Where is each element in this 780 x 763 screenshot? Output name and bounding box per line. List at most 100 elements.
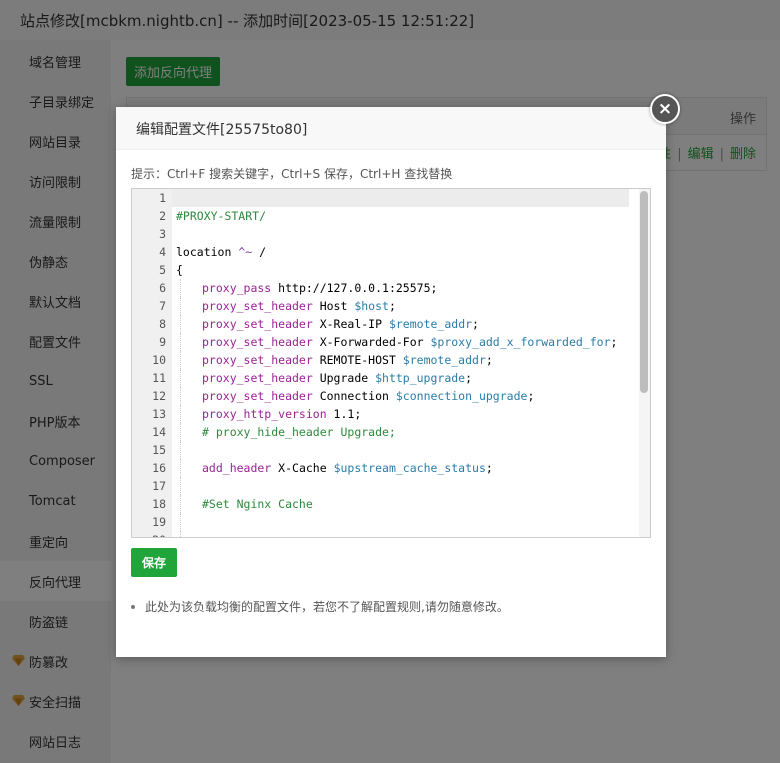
line-number: 5 bbox=[159, 263, 166, 277]
code-line: 11 proxy_set_header Upgrade $http_upgrade… bbox=[132, 369, 632, 387]
code-line: 7 proxy_set_header Host $host; bbox=[132, 297, 632, 315]
code-text: #PROXY-START/ bbox=[176, 207, 266, 225]
code-text: location ^~ / bbox=[176, 243, 266, 261]
code-token: REMOTE-HOST bbox=[312, 353, 403, 367]
code-text: proxy_set_header Connection $connection_… bbox=[202, 387, 534, 405]
indent-guide bbox=[180, 423, 182, 441]
code-text: proxy_pass http://127.0.0.1:25575; bbox=[202, 279, 437, 297]
indent-guide bbox=[180, 279, 182, 297]
bullet-icon bbox=[131, 604, 135, 609]
indent-guide bbox=[180, 531, 182, 537]
modal-titlebar: 编辑配置文件[25575to80] bbox=[116, 107, 666, 150]
indent-guide bbox=[180, 351, 182, 369]
code-line: 3 bbox=[132, 225, 632, 243]
code-line: 20 bbox=[132, 531, 632, 537]
line-number: 14 bbox=[152, 425, 166, 439]
code-line: 12 proxy_set_header Connection $connectio… bbox=[132, 387, 632, 405]
code-token: ; bbox=[527, 389, 535, 403]
code-token: location bbox=[176, 245, 239, 259]
code-line: 2 #PROXY-START/ bbox=[132, 207, 632, 225]
code-token: X-Forwarded-For bbox=[312, 335, 431, 349]
code-text: proxy_http_version 1.1; bbox=[202, 405, 361, 423]
code-token: { bbox=[176, 263, 183, 277]
code-text: proxy_set_header Host $host; bbox=[202, 297, 396, 315]
code-token: $proxy_add_x_forwarded_for bbox=[430, 335, 611, 349]
indent-guide bbox=[180, 441, 182, 459]
shortcut-hint: 提示：Ctrl+F 搜索关键字，Ctrl+S 保存，Ctrl+H 查找替换 bbox=[131, 167, 453, 181]
code-token: proxy_pass bbox=[202, 281, 272, 295]
code-line: 13 proxy_http_version 1.1; bbox=[132, 405, 632, 423]
code-token: ; bbox=[485, 461, 493, 475]
code-token: ^~ bbox=[238, 245, 253, 259]
line-number: 13 bbox=[152, 407, 166, 421]
line-number: 18 bbox=[152, 497, 166, 511]
code-token: proxy_set_header bbox=[202, 371, 313, 385]
line-number: 8 bbox=[159, 317, 166, 331]
code-text: { bbox=[176, 261, 183, 279]
line-number: 19 bbox=[152, 515, 166, 529]
code-token: ; bbox=[472, 317, 479, 331]
line-number: 20 bbox=[132, 531, 166, 537]
config-note-text: 此处为该负载均衡的配置文件，若您不了解配置规则,请勿随意修改。 bbox=[145, 600, 509, 614]
code-token: 1.1; bbox=[326, 407, 362, 421]
code-token: proxy_set_header bbox=[202, 317, 313, 331]
code-line: 19 bbox=[132, 513, 632, 531]
line-number: 11 bbox=[152, 371, 166, 385]
code-token: $connection_upgrade bbox=[395, 389, 528, 403]
code-token: X-Cache bbox=[271, 461, 334, 475]
code-token: http://127.0.0.1:25575; bbox=[271, 281, 438, 295]
line-number: 17 bbox=[152, 479, 166, 493]
code-text: #Set Nginx Cache bbox=[202, 495, 313, 513]
code-token: $remote_addr bbox=[402, 353, 486, 367]
code-line: 15 bbox=[132, 441, 632, 459]
code-token: proxy_set_header bbox=[202, 299, 313, 313]
line-number: 3 bbox=[159, 227, 166, 241]
indent-guide bbox=[180, 315, 182, 333]
code-line: 16 add_header X-Cache $upstream_cache_sta… bbox=[132, 459, 632, 477]
code-line: 14 # proxy_hide_header Upgrade; bbox=[132, 423, 632, 441]
code-line: 1 bbox=[132, 189, 632, 207]
code-editor[interactable]: 1 2 #PROXY-START/3 4 location ^~ /5{6 proxy_p… bbox=[131, 188, 651, 538]
scrollbar-thumb[interactable] bbox=[640, 191, 648, 393]
code-token: X-Real-IP bbox=[312, 317, 389, 331]
code-token: Connection bbox=[312, 389, 396, 403]
code-token: ; bbox=[485, 353, 493, 367]
code-token: $http_upgrade bbox=[375, 371, 466, 385]
code-token: Upgrade bbox=[312, 371, 376, 385]
line-number: 9 bbox=[159, 335, 166, 349]
edit-config-modal: 编辑配置文件[25575to80] 提示：Ctrl+F 搜索关键字，Ctrl+S… bbox=[116, 107, 666, 657]
code-token: $remote_addr bbox=[388, 317, 473, 331]
indent-guide bbox=[180, 405, 182, 423]
code-token: #PROXY-START/ bbox=[176, 209, 267, 223]
indent-guide bbox=[180, 387, 182, 405]
close-icon[interactable]: × bbox=[650, 94, 680, 124]
code-token: proxy_set_header bbox=[202, 335, 313, 349]
code-text: proxy_set_header X-Real-IP $remote_addr; bbox=[202, 315, 479, 333]
line-number: 12 bbox=[152, 389, 166, 403]
line-number: 10 bbox=[152, 353, 166, 367]
code-token: ; bbox=[388, 299, 396, 313]
code-line: 8 proxy_set_header X-Real-IP $remote_addr… bbox=[132, 315, 632, 333]
line-number: 2 bbox=[159, 209, 166, 223]
code-token: proxy_http_version bbox=[202, 407, 327, 421]
indent-guide bbox=[180, 297, 182, 315]
line-number: 4 bbox=[159, 245, 166, 259]
code-token: Host bbox=[312, 299, 355, 313]
indent-guide bbox=[180, 459, 182, 477]
code-token: $upstream_cache_status bbox=[333, 461, 486, 475]
line-number: 1 bbox=[159, 191, 166, 205]
code-token: ; bbox=[465, 371, 473, 385]
code-token: # proxy_hide_header Upgrade; bbox=[202, 425, 396, 439]
line-number: 16 bbox=[152, 461, 166, 475]
modal-title: 编辑配置文件[25575to80] bbox=[136, 122, 308, 138]
code-line: 9 proxy_set_header X-Forwarded-For $proxy… bbox=[132, 333, 632, 351]
code-token: proxy_set_header bbox=[202, 389, 313, 403]
save-button[interactable]: 保存 bbox=[131, 548, 177, 577]
code-line: 6 proxy_pass http://127.0.0.1:25575; bbox=[132, 279, 632, 297]
code-line: 4 location ^~ / bbox=[132, 243, 632, 261]
indent-guide bbox=[180, 495, 182, 513]
code-text: add_header X-Cache $upstream_cache_statu… bbox=[202, 459, 493, 477]
code-line: 17 bbox=[132, 477, 632, 495]
line-number: 15 bbox=[152, 443, 166, 457]
code-token: ; bbox=[610, 335, 618, 349]
